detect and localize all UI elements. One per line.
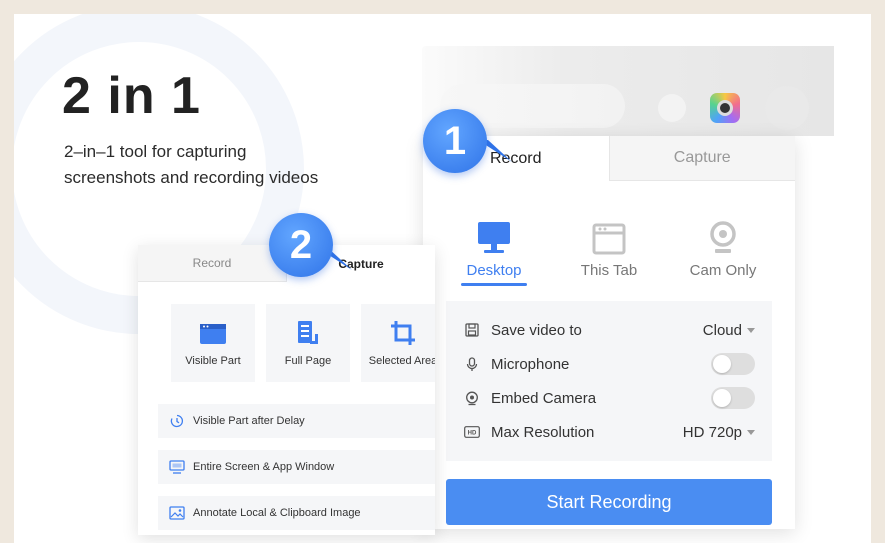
setting-embed-camera: Embed Camera bbox=[446, 381, 772, 415]
avatar[interactable] bbox=[765, 86, 809, 130]
selected-area-label: Selected Area bbox=[368, 355, 435, 367]
record-popup: Record Capture Desktop This Tab Cam Only… bbox=[423, 136, 795, 529]
full-page-label: Full Page bbox=[284, 355, 332, 367]
active-mode-indicator bbox=[461, 283, 527, 286]
image-icon bbox=[169, 506, 185, 520]
capture-selected-area[interactable]: Selected Area bbox=[361, 304, 435, 382]
screen-icon bbox=[169, 460, 185, 474]
record-settings-panel: Save video to Cloud Microphone Embed Cam… bbox=[446, 301, 772, 461]
toolbar-button-placeholder[interactable] bbox=[658, 94, 686, 122]
hero-subtitle-line1: 2–in–1 tool for capturing bbox=[64, 142, 247, 161]
microphone-label: Microphone bbox=[491, 355, 570, 373]
save-video-dropdown[interactable]: Cloud bbox=[703, 322, 755, 339]
capture-cards: Visible Part Full Page Selected Area bbox=[158, 304, 435, 382]
step-badge-2: 2 bbox=[269, 213, 333, 277]
mode-this-tab[interactable]: This Tab bbox=[554, 216, 664, 279]
max-resolution-label: Max Resolution bbox=[491, 423, 595, 441]
webcam-icon bbox=[668, 216, 778, 256]
embed-camera-label: Embed Camera bbox=[491, 389, 597, 407]
capture-popup: Record Capture Visible Part Full Page Se… bbox=[138, 245, 435, 535]
save-video-value: Cloud bbox=[702, 321, 742, 339]
setting-max-resolution[interactable]: HD Max Resolution HD 720p bbox=[446, 415, 772, 449]
setting-save-video[interactable]: Save video to Cloud bbox=[446, 313, 772, 347]
full-page-icon bbox=[266, 304, 350, 346]
browser-tab-icon bbox=[554, 216, 664, 256]
chevron-down-icon bbox=[747, 328, 755, 334]
capture-visible-part[interactable]: Visible Part bbox=[171, 304, 255, 382]
monitor-icon bbox=[439, 216, 549, 256]
visible-part-delay-label: Visible Part after Delay bbox=[193, 415, 305, 427]
hero-title: 2 in 1 bbox=[62, 67, 201, 125]
camera-icon bbox=[463, 391, 481, 406]
step-badge-1: 1 bbox=[423, 109, 487, 173]
max-resolution-dropdown[interactable]: HD 720p bbox=[683, 424, 755, 441]
visible-part-label: Visible Part bbox=[185, 355, 241, 367]
svg-text:HD: HD bbox=[468, 431, 477, 437]
mode-this-tab-label: This Tab bbox=[580, 262, 638, 279]
max-resolution-value: HD 720p bbox=[682, 423, 742, 441]
chevron-down-icon bbox=[747, 430, 755, 436]
capture-annotate-image[interactable]: Annotate Local & Clipboard Image bbox=[158, 496, 435, 530]
mode-desktop[interactable]: Desktop bbox=[439, 216, 549, 279]
capture-visible-part-delay[interactable]: Visible Part after Delay bbox=[158, 404, 435, 438]
hd-icon: HD bbox=[463, 426, 481, 438]
annotate-image-label: Annotate Local & Clipboard Image bbox=[193, 507, 361, 519]
setting-microphone: Microphone bbox=[446, 347, 772, 381]
visible-part-icon bbox=[171, 304, 255, 346]
hero-subtitle: 2–in–1 tool for capturing screenshots an… bbox=[64, 139, 424, 191]
tab-record[interactable]: Record bbox=[138, 245, 287, 282]
hero-subtitle-line2: screenshots and recording videos bbox=[64, 168, 319, 187]
tab-capture[interactable]: Capture bbox=[608, 136, 795, 181]
start-recording-button[interactable]: Start Recording bbox=[446, 479, 772, 525]
capture-full-page[interactable]: Full Page bbox=[266, 304, 350, 382]
entire-screen-label: Entire Screen & App Window bbox=[193, 461, 335, 473]
save-icon bbox=[463, 323, 481, 337]
mode-cam-only-label: Cam Only bbox=[689, 262, 757, 279]
record-modes: Desktop This Tab Cam Only bbox=[423, 216, 795, 286]
microphone-toggle[interactable] bbox=[711, 353, 755, 375]
crop-icon bbox=[361, 304, 435, 346]
mode-desktop-label: Desktop bbox=[466, 262, 522, 279]
extension-icon[interactable] bbox=[710, 93, 740, 123]
embed-camera-toggle[interactable] bbox=[711, 387, 755, 409]
mode-cam-only[interactable]: Cam Only bbox=[668, 216, 778, 279]
timer-icon bbox=[169, 414, 185, 428]
capture-entire-screen[interactable]: Entire Screen & App Window bbox=[158, 450, 435, 484]
microphone-icon bbox=[463, 356, 481, 372]
save-video-label: Save video to bbox=[491, 321, 582, 339]
